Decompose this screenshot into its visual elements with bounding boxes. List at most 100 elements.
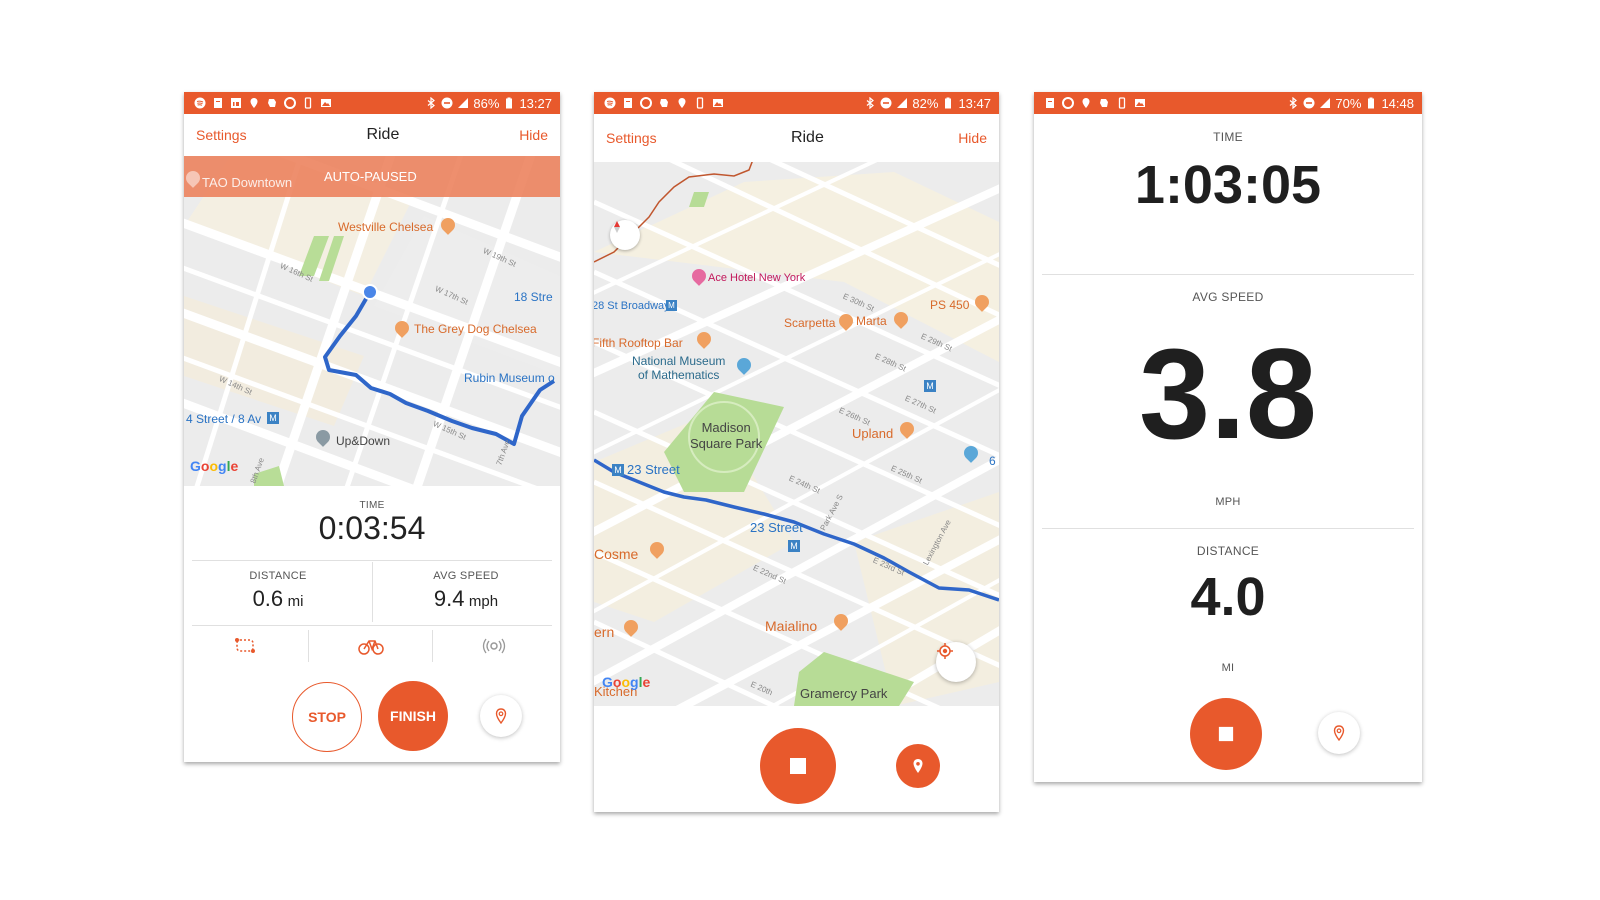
stop-button[interactable]: STOP — [292, 682, 362, 752]
map-label-23-street-2: 23 Street — [750, 520, 803, 535]
battery-percent: 70% — [1335, 95, 1362, 111]
map-label-6: 6 — [989, 454, 996, 468]
page-title: Ride — [790, 129, 824, 146]
map-label-fifth-rooftop: Fifth Rooftop Bar — [594, 336, 683, 350]
evernote-icon — [658, 97, 670, 109]
phone-screen-1: 86% 13:27 Settings Ride Hide TAO Downtow… — [184, 92, 560, 762]
map-label-14-street: 4 Street / 8 Av — [186, 412, 262, 426]
do-not-disturb-icon — [1303, 97, 1315, 109]
subway-icon: M — [924, 380, 936, 392]
restaurant-pin-icon — [184, 168, 203, 188]
map-label-28-st-broadway: 28 St Broadway — [594, 300, 670, 312]
location-icon — [676, 97, 688, 109]
map-view[interactable]: Ace Hotel New York 28 St Broadway M PS 4… — [594, 162, 999, 706]
divider — [1042, 528, 1414, 529]
map-label-ps450: PS 450 — [930, 298, 970, 312]
status-bar: 86% 13:27 — [184, 92, 560, 114]
evernote-icon — [266, 97, 278, 109]
distance-unit: mi — [287, 593, 304, 610]
avg-speed-readout: 9.4 mph — [372, 586, 560, 612]
avg-speed-unit: MPH — [1215, 496, 1241, 508]
location-pin-button[interactable] — [1318, 712, 1360, 754]
map-label-maialino: Maialino — [765, 618, 818, 634]
subway-icon: M — [788, 540, 800, 552]
avg-speed-label: AVG SPEED — [433, 570, 499, 582]
current-location-dot — [362, 284, 378, 300]
signal-icon — [457, 97, 469, 109]
linkedin-icon — [230, 97, 242, 109]
subway-icon: M — [666, 300, 677, 311]
banner-place-label: TAO Downtown — [202, 175, 293, 190]
map-label-gramercy: Gramercy Park — [800, 686, 888, 701]
phone-icon — [1116, 97, 1128, 109]
route-icon[interactable] — [234, 636, 258, 656]
stop-icon — [1218, 726, 1234, 742]
avg-speed-unit: mph — [468, 593, 499, 610]
avg-speed-value: 3.8 — [1139, 323, 1317, 466]
finish-button-label: FINISH — [390, 708, 436, 724]
page-title: Ride — [366, 126, 400, 143]
phone-screen-2: 82% 13:47 Settings Ride Hide Ace Hotel N… — [594, 92, 999, 812]
sensor-icon[interactable] — [482, 636, 506, 656]
time-value: 0:03:54 — [318, 510, 426, 546]
bike-icon[interactable] — [358, 636, 384, 656]
subway-icon: M — [612, 464, 624, 476]
hide-link[interactable]: Hide — [519, 127, 548, 143]
compass-icon — [614, 221, 620, 233]
battery-percent: 86% — [473, 95, 500, 111]
subway-icon: M — [267, 412, 279, 424]
divider — [308, 630, 309, 662]
battery-icon — [1365, 97, 1377, 109]
nav-bar: Settings Ride Hide — [184, 114, 560, 156]
map-label-westville: Westville Chelsea — [338, 220, 434, 234]
time-value: 1:03:05 — [1134, 155, 1322, 215]
map-label-cosme: Cosme — [594, 546, 639, 562]
circle-icon — [1062, 97, 1074, 109]
battery-icon — [942, 97, 954, 109]
my-location-button[interactable] — [936, 642, 976, 682]
stop-button[interactable] — [760, 728, 836, 804]
distance-value: 4.0 — [1190, 567, 1266, 627]
compass-button[interactable] — [610, 220, 640, 250]
distance-readout: 0.6 mi — [184, 586, 372, 612]
map-label-updown: Up&Down — [336, 434, 391, 448]
finish-button[interactable]: FINISH — [378, 681, 448, 751]
map-label-rubin: Rubin Museum o — [464, 371, 555, 385]
location-pin-button[interactable] — [896, 744, 940, 788]
map-view[interactable]: TAO Downtown AUTO-PAUSED Westville Chels… — [184, 156, 560, 486]
location-pin-icon — [1333, 725, 1345, 741]
stop-button[interactable] — [1190, 698, 1262, 770]
status-bar: 70% 14:48 — [1034, 92, 1422, 114]
map-label-ace-hotel: Ace Hotel New York — [708, 272, 806, 284]
phone-screen-3: 70% 14:48 TIME 1:03:05 AVG SPEED 3.8 MPH… — [1034, 92, 1422, 782]
map-label-grey-dog: The Grey Dog Chelsea — [414, 322, 537, 336]
circle-icon — [640, 97, 652, 109]
settings-link[interactable]: Settings — [196, 127, 247, 143]
do-not-disturb-icon — [880, 97, 892, 109]
map-label-upland: Upland — [852, 426, 894, 441]
clipboard-icon — [622, 97, 634, 109]
nav-bar: Settings Ride Hide — [594, 114, 999, 162]
location-pin-button[interactable] — [480, 695, 522, 737]
my-location-icon — [937, 643, 953, 659]
avg-speed-label: AVG SPEED — [1192, 290, 1264, 304]
google-logo: Google — [190, 458, 239, 474]
time-label: TIME — [1213, 130, 1243, 144]
distance-value: 0.6 — [252, 586, 284, 611]
divider — [432, 630, 433, 662]
location-icon — [1080, 97, 1092, 109]
google-logo: Google — [602, 674, 651, 690]
settings-link[interactable]: Settings — [606, 130, 657, 146]
spotify-icon — [194, 97, 206, 109]
image-icon — [320, 97, 332, 109]
divider — [192, 625, 552, 626]
phone-icon — [302, 97, 314, 109]
hide-link[interactable]: Hide — [958, 130, 987, 146]
signal-icon — [1319, 97, 1331, 109]
status-time: 13:27 — [519, 95, 552, 111]
location-icon — [248, 97, 260, 109]
map-label-marta: Marta — [856, 314, 887, 328]
clipboard-icon — [212, 97, 224, 109]
bluetooth-icon — [425, 97, 437, 109]
location-pin-icon — [913, 759, 923, 773]
